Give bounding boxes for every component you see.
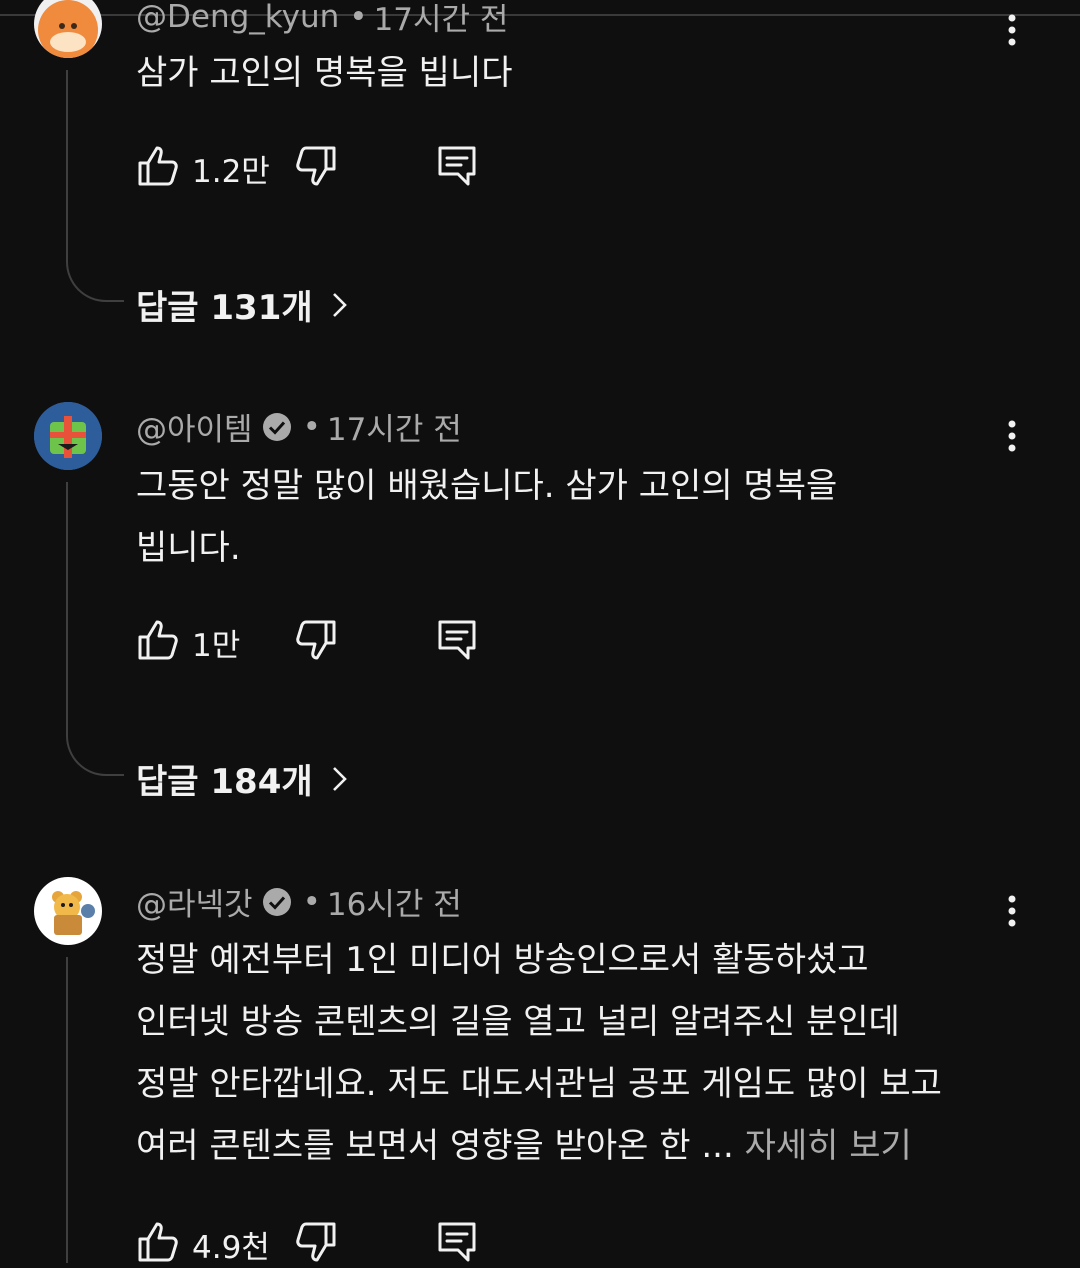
more-vert-icon[interactable] (1002, 893, 1022, 929)
view-replies-button[interactable]: 답글 131개 (136, 280, 351, 329)
comment-author[interactable]: @Deng_kyun (136, 0, 339, 35)
more-vert-icon[interactable] (1002, 418, 1022, 454)
comment-meta: @Deng_kyun • 17시간 전 (136, 0, 508, 39)
read-more-link[interactable]: 자세히 보기 (745, 1126, 912, 1166)
thumbs-up-icon[interactable] (136, 144, 180, 188)
thumbs-up-icon[interactable] (136, 618, 180, 662)
comment-line-last: 여러 콘텐츠를 보면서 영향을 받아온 한 ... 자세히 보기 (136, 1115, 942, 1177)
thread-line (66, 957, 68, 1263)
reply-comment-icon[interactable] (436, 144, 478, 188)
thumbs-down-icon[interactable] (294, 144, 338, 188)
comment-author[interactable]: @아이템 (136, 404, 253, 449)
comment-line: 빕니다. (136, 528, 241, 568)
comment-line: 그동안 정말 많이 배웠습니다. 삼가 고인의 명복을 (136, 466, 838, 506)
more-vert-icon[interactable] (1002, 12, 1022, 48)
thread-line (66, 70, 68, 260)
chevron-right-icon (332, 766, 347, 791)
meta-separator: • (349, 0, 368, 35)
comment-time[interactable]: 17시간 전 (327, 404, 462, 449)
comment-line: 정말 예전부터 1인 미디어 방송인으로서 활동하셨고 (136, 940, 869, 980)
comment-text: 정말 예전부터 1인 미디어 방송인으로서 활동하셨고 인터넷 방송 콘텐츠의 … (136, 929, 942, 1177)
like-count: 1.2만 (192, 154, 270, 190)
reply-comment-icon[interactable] (436, 1220, 478, 1264)
like-count: 4.9천 (192, 1230, 270, 1266)
chevron-right-icon (332, 292, 347, 317)
thumbs-down-icon[interactable] (294, 1220, 338, 1264)
meta-separator: • (302, 883, 321, 920)
thread-curve (66, 730, 124, 776)
view-replies-button[interactable]: 답글 184개 (136, 754, 351, 803)
comment-time[interactable]: 17시간 전 (374, 0, 509, 39)
avatar-ranekgat[interactable] (34, 877, 102, 945)
comment-text: 그동안 정말 많이 배웠습니다. 삼가 고인의 명복을 빕니다. (136, 455, 837, 579)
comment-line: 인터넷 방송 콘텐츠의 길을 열고 널리 알려주신 분인데 (136, 1002, 900, 1042)
replies-label: 답글 184개 (136, 762, 313, 802)
replies-label: 답글 131개 (136, 288, 313, 328)
verified-check-icon (262, 412, 291, 441)
thread-line (66, 482, 68, 732)
comment-line: 여러 콘텐츠를 보면서 영향을 받아온 한 ... (136, 1126, 734, 1166)
thumbs-up-icon[interactable] (136, 1220, 180, 1264)
reply-comment-icon[interactable] (436, 618, 478, 662)
comment-line: 삼가 고인의 명복을 빕니다 (136, 53, 513, 93)
thumbs-down-icon[interactable] (294, 618, 338, 662)
comment-text: 삼가 고인의 명복을 빕니다 (136, 42, 513, 104)
avatar-deng-kyun[interactable] (34, 0, 102, 58)
like-count: 1만 (192, 628, 241, 664)
verified-check-icon (262, 887, 291, 916)
meta-separator: • (302, 408, 321, 445)
comment-meta: @아이템 • 17시간 전 (136, 404, 462, 449)
avatar-item[interactable] (34, 402, 102, 470)
thread-curve (66, 256, 124, 302)
comment-author[interactable]: @라넥갓 (136, 879, 253, 924)
comment-meta: @라넥갓 • 16시간 전 (136, 879, 462, 924)
comment-time[interactable]: 16시간 전 (327, 879, 462, 924)
comment-line: 정말 안타깝네요. 저도 대도서관님 공포 게임도 많이 보고 (136, 1064, 942, 1104)
